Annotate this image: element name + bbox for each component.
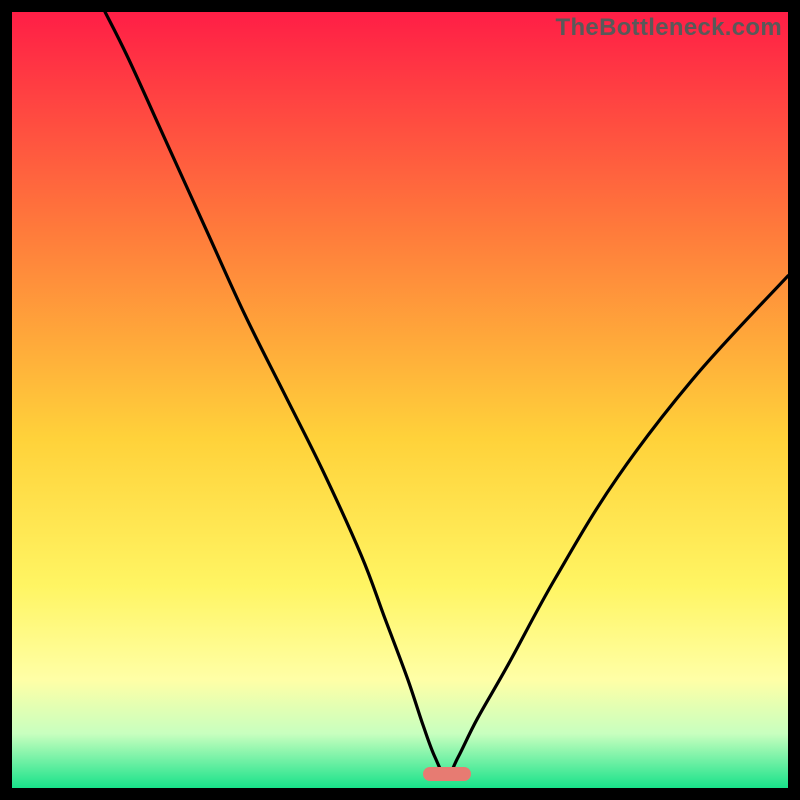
gradient-background: [12, 12, 788, 788]
minimum-marker: [423, 767, 471, 781]
chart-frame: TheBottleneck.com: [0, 0, 800, 800]
watermark-text: TheBottleneck.com: [556, 14, 782, 42]
plot-area: [12, 12, 788, 788]
plot-svg: [12, 12, 788, 788]
